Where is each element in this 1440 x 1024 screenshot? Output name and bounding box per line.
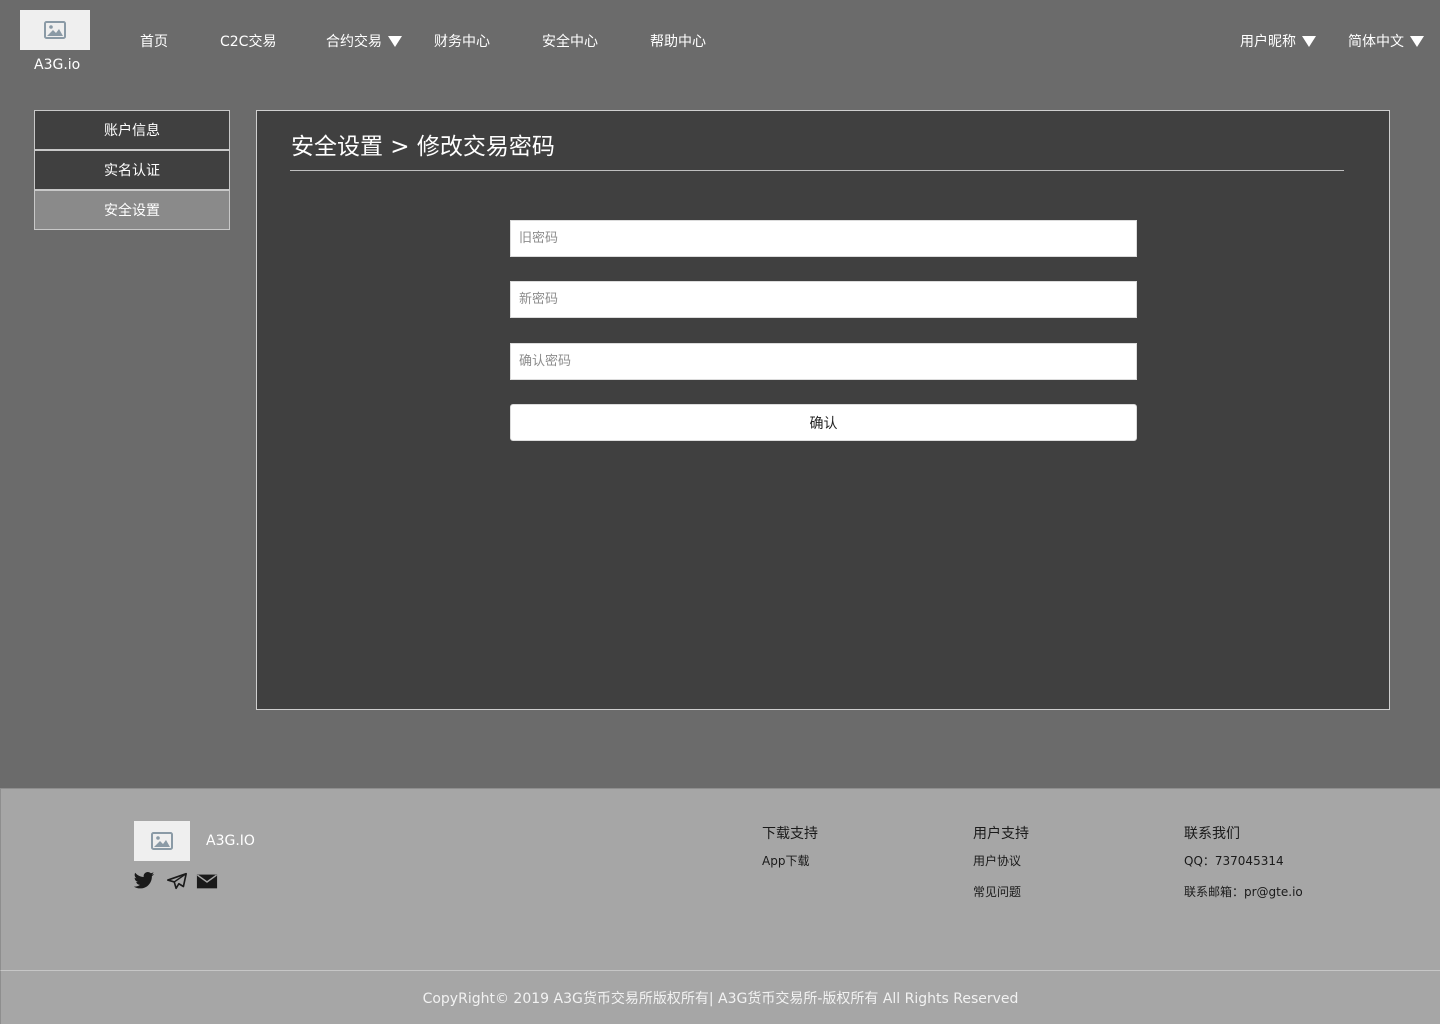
chevron-down-icon bbox=[388, 35, 402, 47]
copyright-bar: CopyRight© 2019 A3G货币交易所版权所有| A3G货币交易所-版… bbox=[0, 970, 1440, 1024]
old-password-input[interactable] bbox=[510, 220, 1137, 257]
new-password-input[interactable] bbox=[510, 281, 1137, 318]
telegram-icon[interactable] bbox=[166, 871, 188, 891]
sidebar-item-security-settings[interactable]: 安全设置 bbox=[34, 190, 230, 230]
sidebar-item-verification[interactable]: 实名认证 bbox=[34, 150, 230, 190]
footer-contact-email[interactable]: 联系邮箱：pr@gte.io bbox=[1184, 883, 1303, 900]
sidebar-item-account-info[interactable]: 账户信息 bbox=[34, 110, 230, 150]
sidebar-item-label: 实名认证 bbox=[104, 163, 160, 179]
image-placeholder-icon bbox=[44, 21, 66, 39]
nav-finance[interactable]: 财务中心 bbox=[434, 31, 490, 51]
nav-contract-label: 合约交易 bbox=[326, 34, 382, 50]
nav-c2c[interactable]: C2C交易 bbox=[220, 31, 276, 51]
footer-contact-qq: QQ：737045314 bbox=[1184, 854, 1284, 868]
footer-download-title: 下载支持 bbox=[762, 826, 818, 842]
confirm-password-input[interactable] bbox=[510, 343, 1137, 380]
sidebar-item-label: 账户信息 bbox=[104, 123, 160, 139]
confirm-button[interactable]: 确认 bbox=[510, 404, 1137, 441]
footer-logo[interactable] bbox=[134, 821, 190, 861]
footer-logo-text: A3G.IO bbox=[206, 833, 255, 849]
footer-link-app-download[interactable]: App下载 bbox=[762, 852, 809, 869]
main-panel: 安全设置 > 修改交易密码 确认 bbox=[256, 110, 1390, 710]
user-nickname: 用户昵称 bbox=[1240, 34, 1296, 50]
footer-contact-title: 联系我们 bbox=[1184, 826, 1240, 842]
header-logo-text: A3G.io bbox=[34, 57, 81, 73]
nav-security[interactable]: 安全中心 bbox=[542, 31, 598, 51]
footer-link-user-agreement[interactable]: 用户协议 bbox=[973, 852, 1021, 869]
image-placeholder-icon bbox=[151, 832, 173, 850]
header-logo[interactable] bbox=[20, 10, 90, 50]
mail-icon[interactable] bbox=[196, 871, 218, 891]
chevron-down-icon bbox=[1410, 35, 1424, 47]
twitter-icon[interactable] bbox=[133, 871, 155, 891]
nav-home[interactable]: 首页 bbox=[140, 31, 168, 51]
footer: A3G.IO 下载支持 App下载 用户支持 用户协议 常见问题 联系我们 QQ… bbox=[0, 788, 1440, 970]
language-select[interactable]: 简体中文 bbox=[1348, 31, 1424, 51]
title-divider bbox=[290, 170, 1344, 171]
language-label: 简体中文 bbox=[1348, 34, 1404, 50]
copyright-text: CopyRight© 2019 A3G货币交易所版权所有| A3G货币交易所-版… bbox=[422, 990, 1019, 1007]
nav-contract[interactable]: 合约交易 bbox=[326, 31, 402, 51]
footer-support-title: 用户支持 bbox=[973, 826, 1029, 842]
footer-link-faq[interactable]: 常见问题 bbox=[973, 883, 1021, 900]
page-title: 安全设置 > 修改交易密码 bbox=[291, 134, 555, 160]
nav-help[interactable]: 帮助中心 bbox=[650, 31, 706, 51]
chevron-down-icon bbox=[1302, 35, 1316, 47]
user-menu[interactable]: 用户昵称 bbox=[1240, 31, 1316, 51]
sidebar-item-label: 安全设置 bbox=[104, 203, 160, 219]
